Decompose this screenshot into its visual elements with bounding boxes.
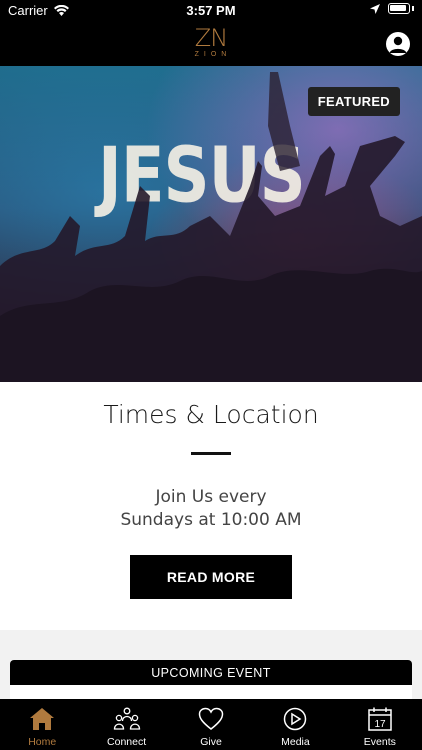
upcoming-event-header: UPCOMING EVENT: [10, 660, 412, 685]
people-icon: [113, 707, 140, 730]
tab-media-label: Media: [281, 736, 310, 748]
calendar-day: 17: [374, 719, 386, 730]
battery-icon: [388, 3, 410, 14]
home-icon: [30, 708, 55, 730]
tab-home[interactable]: Home: [0, 699, 84, 750]
card-body: Join Us every Sundays at 10:00 AM: [0, 486, 422, 532]
tab-media[interactable]: Media: [253, 699, 337, 750]
logo-mark: ZN: [194, 24, 228, 52]
times-location-card: Times & Location Join Us every Sundays a…: [0, 382, 422, 630]
calendar-icon: 17: [368, 707, 392, 731]
status-bar: Carrier 3:57 PM: [0, 0, 422, 22]
title-divider: [191, 452, 231, 455]
tab-bar: Home Connect Give Media 17 Events: [0, 699, 422, 750]
card-title: Times & Location: [103, 400, 319, 429]
card-body-line-2: Sundays at 10:00 AM: [120, 510, 302, 530]
app-logo: ZN ZION: [183, 26, 239, 62]
tab-give-label: Give: [200, 736, 222, 748]
card-body-line-1: Join Us every: [155, 487, 267, 507]
play-icon: [284, 707, 307, 731]
nav-bar: ZN ZION: [0, 22, 422, 66]
featured-badge: FEATURED: [307, 87, 400, 116]
profile-button[interactable]: [386, 32, 410, 56]
user-icon: [389, 36, 407, 53]
logo-subtitle: ZION: [194, 51, 232, 58]
tab-connect-label: Connect: [107, 736, 147, 748]
heart-icon: [198, 707, 224, 730]
tab-home-label: Home: [28, 736, 57, 748]
tab-give[interactable]: Give: [169, 699, 253, 750]
tab-connect[interactable]: Connect: [84, 699, 168, 750]
featured-hero-image[interactable]: JESUS FEATURED: [0, 66, 422, 382]
upcoming-event-section[interactable]: UPCOMING EVENT: [10, 660, 412, 702]
status-time: 3:57 PM: [186, 3, 236, 18]
location-icon: [370, 3, 380, 14]
tab-events-label: Events: [363, 736, 396, 748]
tab-events[interactable]: 17 Events: [338, 699, 422, 750]
read-more-button[interactable]: READ MORE: [130, 555, 292, 599]
